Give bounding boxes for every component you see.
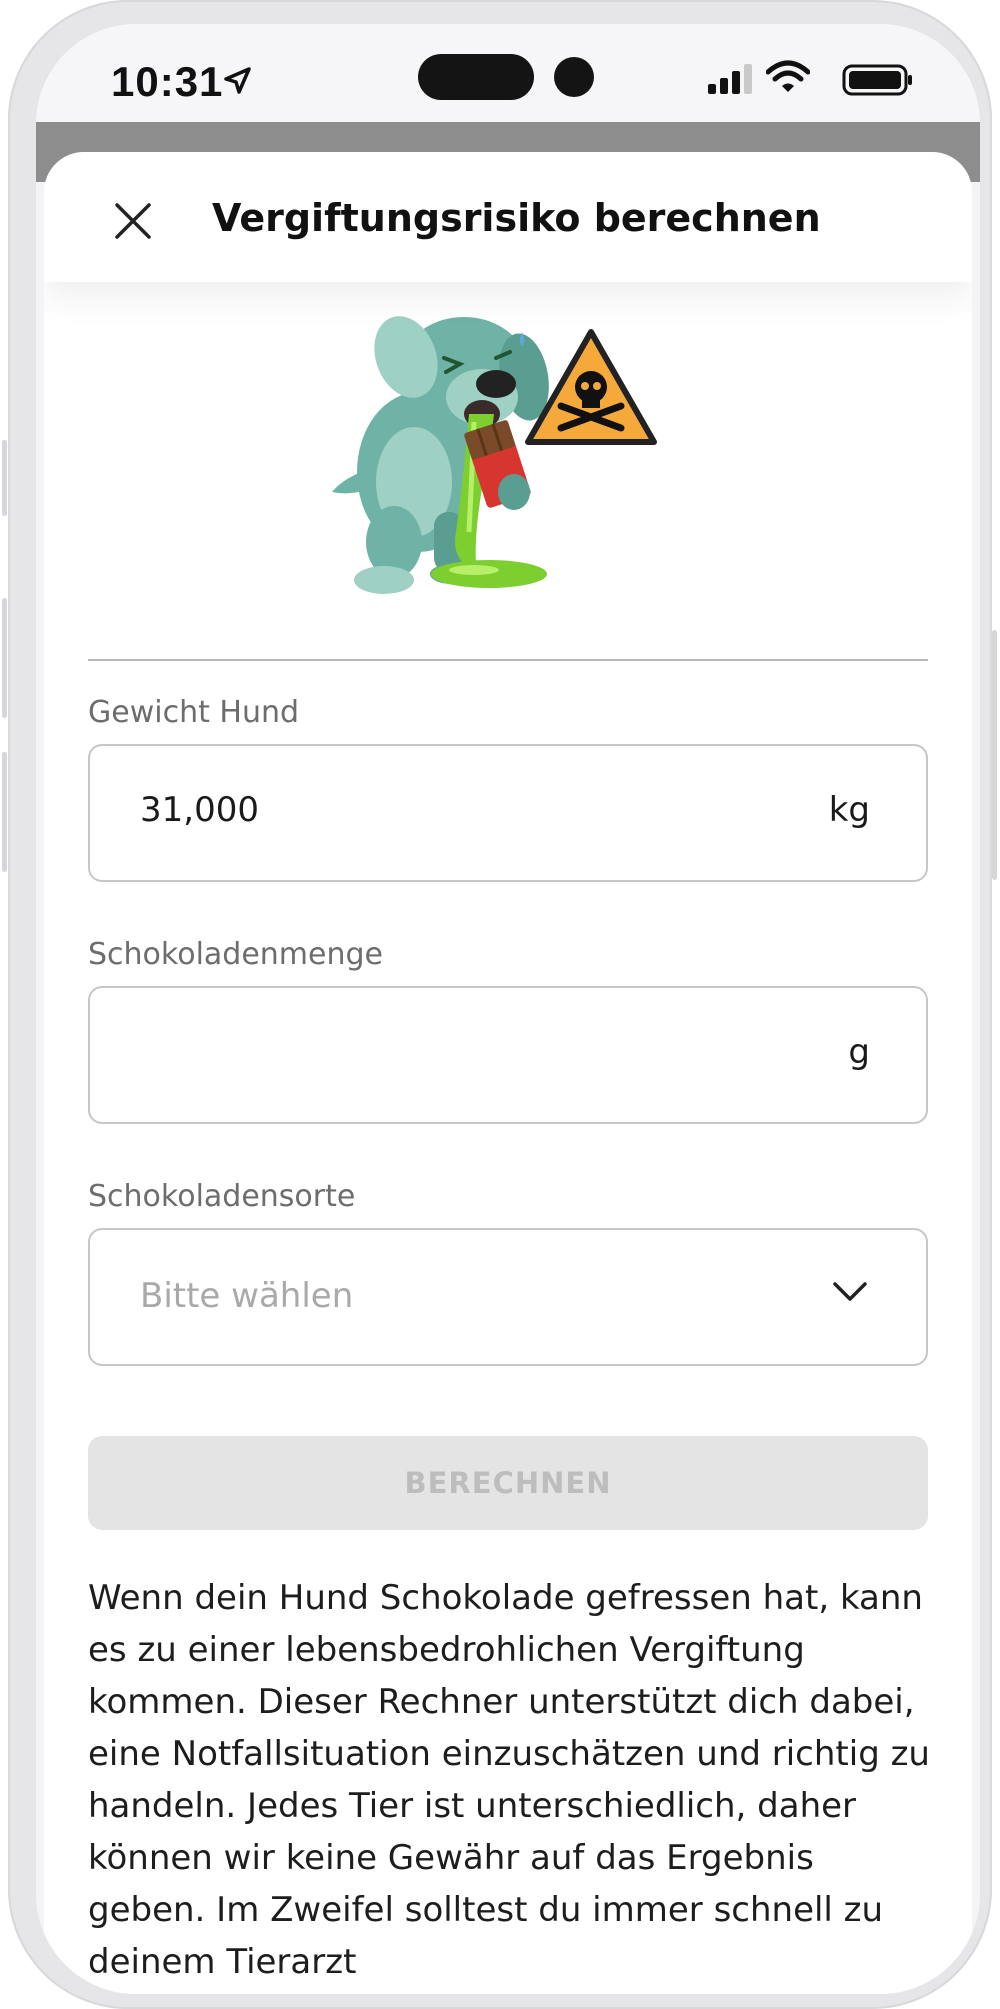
signal-icon: [708, 64, 758, 98]
weight-unit: kg: [828, 790, 870, 830]
chocolate-amount-input[interactable]: g: [88, 986, 928, 1124]
chocolate-amount-label: Schokoladenmenge: [88, 937, 383, 972]
sheet-header: Vergiftungsrisiko berechnen: [44, 152, 972, 282]
weight-input[interactable]: 31,000 kg: [88, 744, 928, 882]
close-button[interactable]: [106, 194, 160, 248]
side-button: [2, 752, 7, 872]
chevron-down-icon: [833, 1282, 867, 1301]
chocolate-type-select[interactable]: Bitte wählen: [88, 1228, 928, 1366]
calculate-button[interactable]: BERECHNEN: [88, 1436, 928, 1530]
chocolate-type-label: Schokoladensorte: [88, 1179, 356, 1214]
sheet-title: Vergiftungsrisiko berechnen: [212, 196, 821, 240]
chocolate-type-placeholder: Bitte wählen: [140, 1276, 354, 1316]
chocolate-amount-unit: g: [848, 1032, 870, 1072]
info-text: Wenn dein Hund Schokolade gefressen hat,…: [88, 1578, 930, 1982]
hero-illustration: [44, 302, 972, 642]
status-bar: 10:31: [36, 24, 980, 122]
dynamic-island: [418, 54, 534, 100]
camera: [554, 57, 594, 97]
phone-frame: 10:31 Vergiftungsrisiko berechnen Gewich…: [2, 0, 997, 2009]
close-icon: [115, 203, 151, 239]
weight-value: 31,000: [140, 790, 259, 830]
location-arrow-icon: [222, 66, 252, 100]
wifi-icon: [765, 60, 811, 98]
side-button: [2, 440, 7, 516]
screen: 10:31 Vergiftungsrisiko berechnen Gewich…: [36, 24, 980, 1994]
divider: [88, 659, 928, 661]
battery-icon: [842, 64, 914, 100]
side-button: [2, 598, 7, 718]
status-time: 10:31: [111, 58, 224, 105]
calculator-sheet: Vergiftungsrisiko berechnen Gewicht Hund…: [44, 152, 972, 1994]
weight-label: Gewicht Hund: [88, 695, 300, 730]
side-button: [992, 630, 997, 880]
